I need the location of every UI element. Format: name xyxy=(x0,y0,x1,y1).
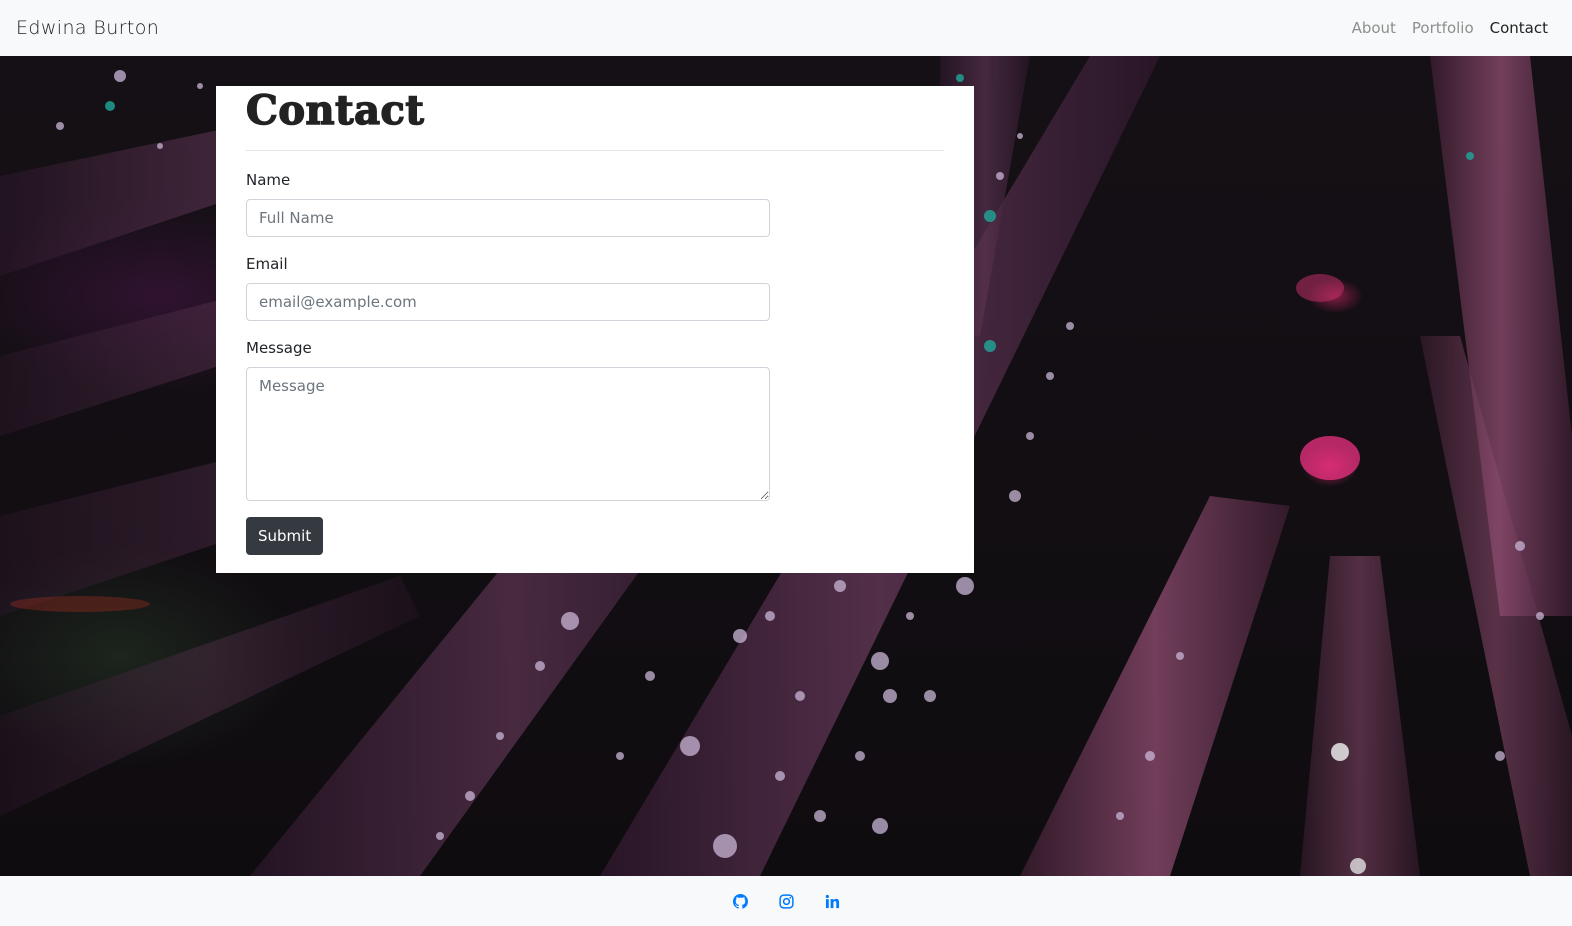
nav-link-contact[interactable]: Contact xyxy=(1490,19,1548,37)
instagram-link[interactable] xyxy=(778,893,794,909)
message-label: Message xyxy=(246,339,312,357)
nav-link-about[interactable]: About xyxy=(1352,19,1396,37)
message-group: Message xyxy=(246,339,944,501)
linkedin-icon xyxy=(825,894,839,908)
email-label: Email xyxy=(246,255,288,273)
email-group: Email xyxy=(246,255,944,321)
navbar: Edwina Burton About Portfolio Contact xyxy=(0,0,1572,56)
nav-link-portfolio[interactable]: Portfolio xyxy=(1412,19,1474,37)
title-divider xyxy=(246,150,944,151)
submit-button[interactable]: Submit xyxy=(246,517,324,555)
name-group: Name xyxy=(246,171,944,237)
email-input[interactable] xyxy=(246,283,770,321)
github-link[interactable] xyxy=(732,893,748,909)
page-title: Contact xyxy=(245,87,425,135)
contact-card: Contact Name Email Message Submit xyxy=(216,86,974,573)
github-icon xyxy=(732,893,748,909)
instagram-icon xyxy=(778,893,794,909)
contact-form: Name Email Message Submit xyxy=(246,171,944,555)
footer xyxy=(0,876,1572,926)
linkedin-link[interactable] xyxy=(824,893,840,909)
message-textarea[interactable] xyxy=(246,367,770,501)
brand-link[interactable]: Edwina Burton xyxy=(16,17,159,39)
name-label: Name xyxy=(246,171,291,189)
name-input[interactable] xyxy=(246,199,770,237)
nav-links: About Portfolio Contact xyxy=(1352,19,1556,37)
